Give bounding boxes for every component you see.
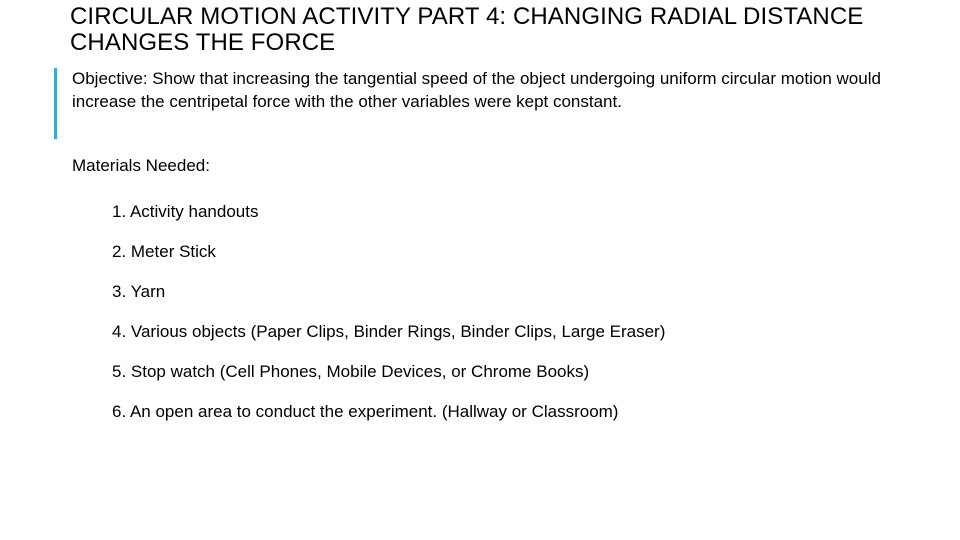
materials-list: 1. Activity handouts 2. Meter Stick 3. Y… [112, 200, 912, 440]
list-item: 2. Meter Stick [112, 242, 216, 261]
list-item: 5. Stop watch (Cell Phones, Mobile Devic… [112, 362, 590, 381]
objective-text: Objective: Show that increasing the tang… [72, 69, 881, 111]
list-item: 3. Yarn [112, 282, 166, 301]
slide-canvas: CIRCULAR MOTION ACTIVITY PART 4: CHANGIN… [0, 0, 960, 540]
list-item: 6. An open area to conduct the experimen… [112, 402, 619, 421]
accent-bar [54, 68, 57, 139]
list-item: 1. Activity handouts [112, 202, 259, 221]
list-item: 4. Various objects (Paper Clips, Binder … [112, 322, 666, 341]
page-title: CIRCULAR MOTION ACTIVITY PART 4: CHANGIN… [70, 3, 864, 56]
materials-heading: Materials Needed: [72, 156, 210, 175]
